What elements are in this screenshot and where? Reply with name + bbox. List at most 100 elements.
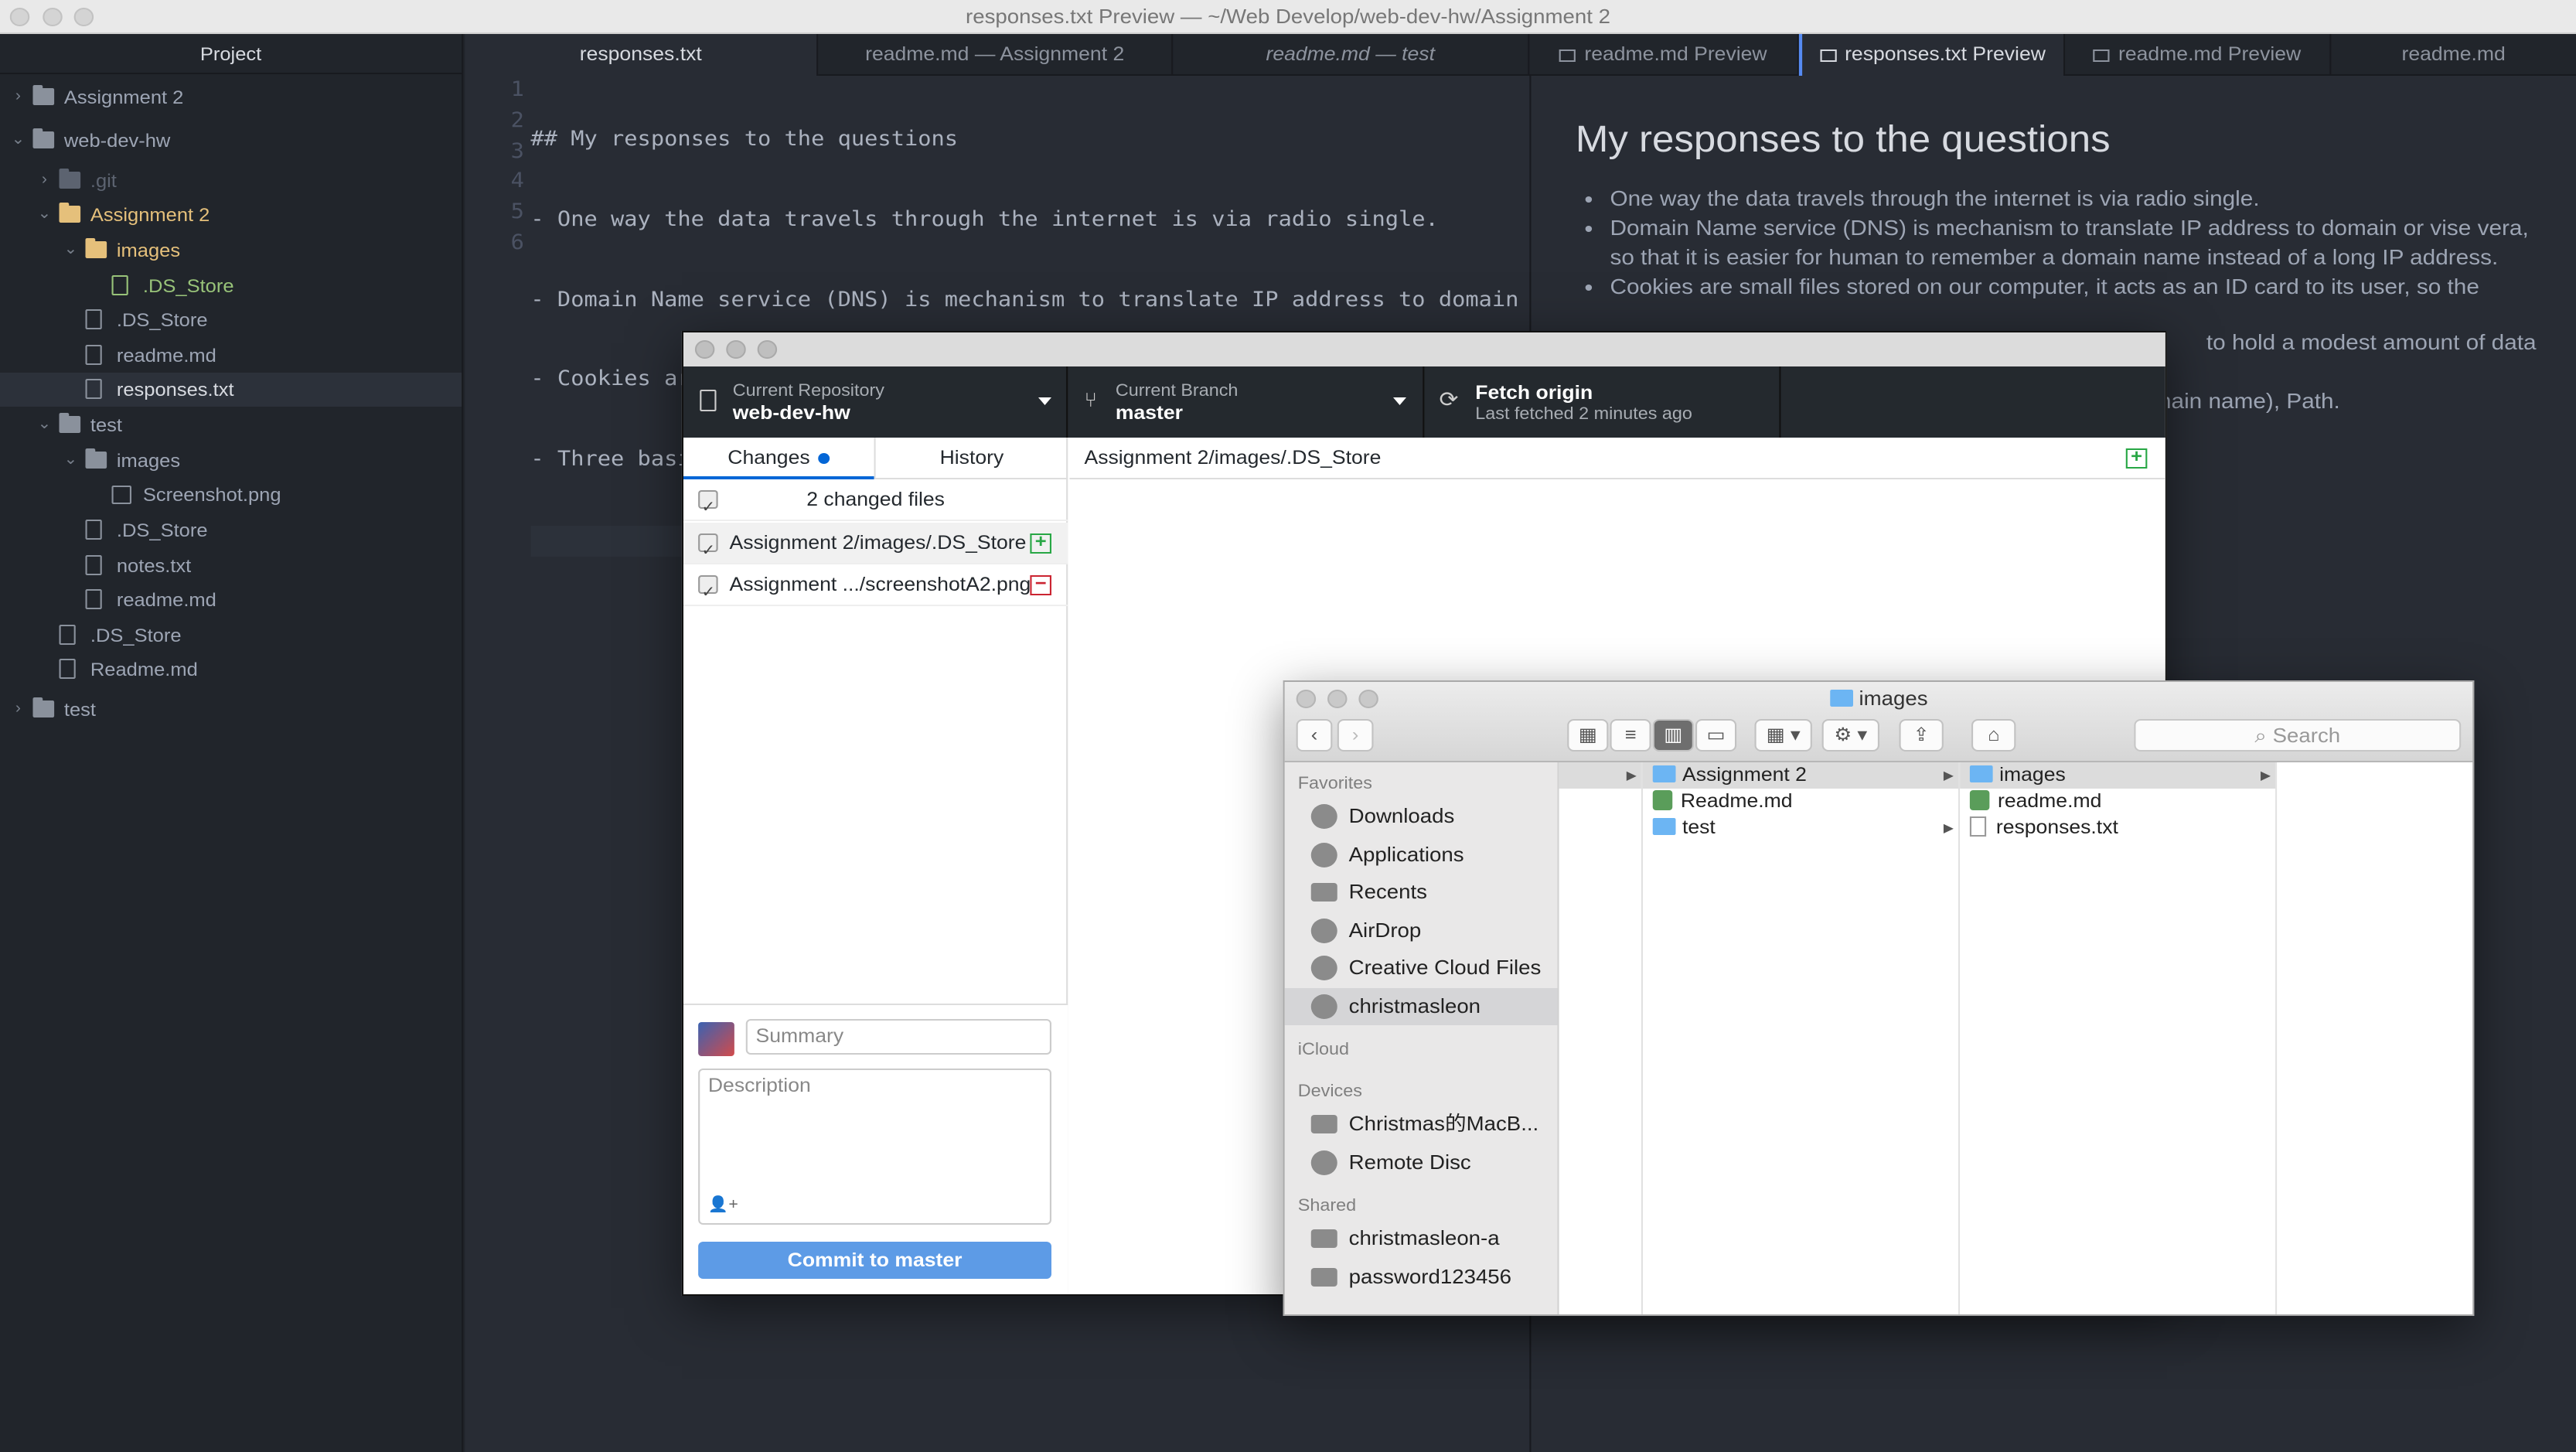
description-input[interactable]: Description 👤+ — [698, 1069, 1051, 1225]
file-item[interactable]: Assignment 2 ▶ — [1643, 762, 1958, 789]
sidebar-item-recents[interactable]: Recents — [1285, 874, 1558, 911]
changed-file-name: Assignment .../screenshotA2.png — [729, 574, 1031, 595]
icon-view-button[interactable]: ▦ — [1567, 719, 1609, 752]
gh-close-button[interactable] — [694, 340, 715, 359]
tree-item[interactable]: readme.md — [0, 339, 462, 373]
tab-changes[interactable]: Changes — [683, 438, 874, 479]
sidebar-item-christmasleon-a[interactable]: christmasleon-a — [1285, 1220, 1558, 1257]
finder-column-3 — [2277, 762, 2473, 1314]
file-checkbox[interactable] — [698, 572, 718, 614]
tab-responses-preview[interactable]: responses.txt Preview — [1798, 34, 2066, 76]
tab-readme-preview-2[interactable]: readme.md Preview — [2065, 34, 2332, 76]
tree-item-label: Readme.md — [90, 659, 198, 680]
recents-icon — [1310, 883, 1337, 902]
tree-item[interactable]: .DS_Store — [0, 619, 462, 653]
file-icon — [59, 625, 76, 645]
tree-item-label: notes.txt — [116, 555, 192, 577]
column-view-button[interactable]: ▥ — [1652, 719, 1694, 752]
file-checkbox[interactable] — [698, 530, 718, 572]
action-gear-button[interactable]: ⚙ ▾ — [1821, 719, 1879, 752]
code-line[interactable]: - Domain Name service (DNS) is mechanism… — [530, 285, 1529, 316]
sidebar-item-remote-disc[interactable]: Remote Disc — [1285, 1144, 1558, 1181]
add-coauthor-icon[interactable]: 👤+ — [708, 1197, 738, 1214]
chevron-icon[interactable]: ⌄ — [36, 198, 53, 232]
disclosure-arrow: ▶ — [1943, 821, 1954, 835]
sidebar-item-airdrop[interactable]: AirDrop — [1285, 912, 1558, 949]
chevron-down-icon — [1393, 397, 1406, 405]
tree-item[interactable]: ⌄ Assignment 2 — [0, 198, 462, 232]
folder-icon — [1652, 765, 1676, 782]
tree-item[interactable]: ⌄ images — [0, 233, 462, 268]
summary-input[interactable]: Summary — [745, 1019, 1051, 1055]
folder-icon — [1969, 765, 1993, 782]
creative-cloud-icon — [1310, 956, 1337, 980]
sidebar-item-label: christmasleon — [1348, 994, 1481, 1017]
tab-responses-txt[interactable]: responses.txt — [465, 34, 819, 76]
tree-item[interactable]: › Assignment 2 — [0, 80, 462, 114]
changed-files-count: 2 changed files — [806, 489, 945, 510]
changed-file-name: Assignment 2/images/.DS_Store — [729, 532, 1027, 554]
tab-history[interactable]: History — [874, 438, 1068, 479]
tree-item[interactable]: › .git — [0, 164, 462, 198]
sidebar-item-christmasleon[interactable]: christmasleon — [1284, 987, 1558, 1024]
back-button[interactable]: ‹ — [1296, 719, 1333, 752]
tree-item[interactable]: ⌄ web-dev-hw — [0, 124, 462, 158]
commit-button[interactable]: Commit to master — [698, 1242, 1051, 1279]
tree-item[interactable]: readme.md — [0, 583, 462, 617]
tab-readme-assignment2[interactable]: readme.md — Assignment 2 — [818, 34, 1174, 76]
current-repository-dropdown[interactable]: Current Repository web-dev-hw — [683, 366, 1068, 438]
file-item[interactable]: images ▶ — [1960, 762, 2276, 789]
sidebar-item-downloads[interactable]: Downloads — [1285, 798, 1558, 835]
tree-item-label: .DS_Store — [142, 275, 234, 297]
tree-item[interactable]: › test — [0, 693, 462, 727]
chevron-icon[interactable]: › — [36, 164, 53, 198]
list-view-button[interactable]: ≡ — [1610, 719, 1651, 752]
code-line[interactable]: ## My responses to the questions — [530, 125, 1529, 156]
sidebar-item-creative-cloud-files[interactable]: Creative Cloud Files — [1285, 949, 1558, 987]
sidebar-item-applications[interactable]: Applications — [1285, 836, 1558, 873]
chevron-icon[interactable]: ⌄ — [36, 408, 53, 442]
fetch-origin-button[interactable]: ⟳ Fetch origin Last fetched 2 minutes ag… — [1424, 366, 1781, 438]
tab-readme-md[interactable]: readme.md — [2331, 34, 2576, 76]
share-button[interactable]: ⇪ — [1899, 719, 1944, 752]
file-item[interactable]: readme.md — [1960, 789, 2275, 815]
gallery-view-button[interactable]: ▭ — [1695, 719, 1737, 752]
chevron-icon[interactable]: ⌄ — [10, 124, 26, 158]
tag-button[interactable]: ⌂ — [1971, 719, 2016, 752]
folder-icon — [32, 128, 55, 148]
changed-file-row[interactable]: Assignment .../screenshotA2.png − — [683, 564, 1068, 614]
disc-icon — [1310, 1150, 1337, 1174]
gh-minimize-button[interactable] — [726, 340, 746, 359]
file-item[interactable]: responses.txt — [1960, 815, 2275, 841]
tree-item[interactable]: responses.txt — [0, 373, 462, 407]
search-input[interactable]: ⌕ Search — [2134, 719, 2462, 752]
file-item-label: images — [1999, 764, 2066, 786]
applications-icon — [1310, 842, 1337, 867]
tree-item[interactable]: Readme.md — [0, 653, 462, 687]
tree-item[interactable]: .DS_Store — [0, 269, 462, 303]
arrange-button[interactable]: ▦ ▾ — [1754, 719, 1812, 752]
sidebar-item-christmas-macb-[interactable]: Christmas的MacB... — [1285, 1106, 1558, 1143]
tree-item[interactable]: notes.txt — [0, 549, 462, 583]
tree-item[interactable]: ⌄ test — [0, 408, 462, 442]
gh-zoom-button[interactable] — [757, 340, 778, 359]
tab-readme-preview[interactable]: readme.md Preview — [1529, 34, 1799, 76]
sidebar-item-password123456[interactable]: password123456 — [1285, 1258, 1558, 1295]
current-branch-dropdown[interactable]: ⑂ Current Branch master — [1068, 366, 1425, 438]
file-added-icon: + — [2125, 447, 2148, 469]
file-item[interactable]: Readme.md — [1643, 789, 1958, 815]
tab-readme-test[interactable]: readme.md — test — [1173, 34, 1530, 76]
file-item[interactable]: test ▶ — [1643, 815, 1958, 841]
tree-item[interactable]: Screenshot.png — [0, 478, 462, 512]
tree-item[interactable]: ⌄ images — [0, 444, 462, 478]
forward-button[interactable]: › — [1337, 719, 1374, 752]
chevron-icon[interactable]: › — [10, 80, 26, 114]
chevron-icon[interactable]: › — [10, 693, 26, 727]
changed-file-row[interactable]: Assignment 2/images/.DS_Store + — [683, 523, 1068, 572]
chevron-icon[interactable]: ⌄ — [63, 444, 79, 478]
folder-icon — [32, 85, 55, 105]
tree-item[interactable]: .DS_Store — [0, 303, 462, 337]
tree-item[interactable]: .DS_Store — [0, 513, 462, 547]
code-line[interactable]: - One way the data travels through the i… — [530, 206, 1529, 237]
chevron-icon[interactable]: ⌄ — [63, 233, 79, 268]
